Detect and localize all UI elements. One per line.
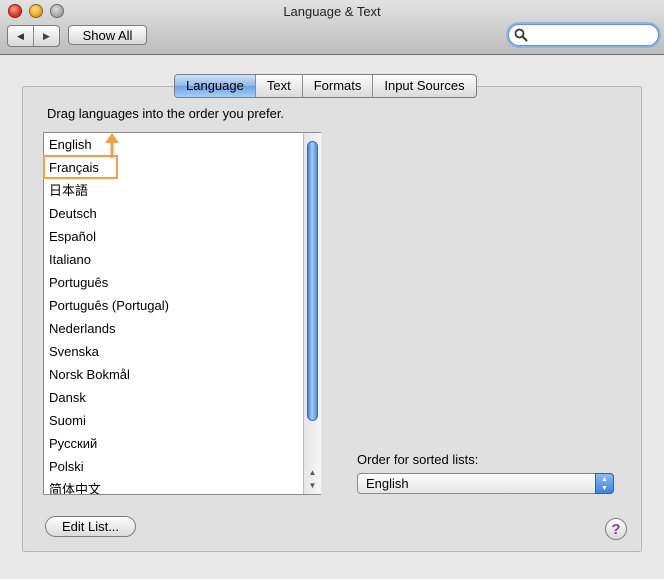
tab-formats[interactable]: Formats	[303, 75, 374, 97]
window-title: Language & Text	[283, 4, 381, 19]
sorted-lists-value: English	[366, 476, 409, 491]
sorted-lists-label: Order for sorted lists:	[357, 452, 479, 467]
scroll-up-arrow-icon[interactable]: ▲	[307, 467, 318, 479]
tab-input-sources[interactable]: Input Sources	[373, 75, 475, 97]
language-text-window: Language & Text ◀ ▶ Show All Language Te…	[0, 0, 664, 579]
list-item[interactable]: Español	[49, 225, 96, 248]
title-bar: Language & Text ◀ ▶ Show All	[0, 0, 664, 55]
list-item[interactable]: Dansk	[49, 386, 86, 409]
search-field[interactable]	[508, 24, 659, 46]
edit-list-button[interactable]: Edit List...	[45, 516, 136, 537]
back-arrow-icon: ◀	[17, 30, 24, 41]
language-list-scrollbar[interactable]: ▲ ▼	[303, 133, 321, 494]
list-item[interactable]: Français	[49, 156, 99, 179]
forward-arrow-icon: ▶	[43, 30, 50, 41]
back-forward-control: ◀ ▶	[7, 25, 60, 47]
search-input[interactable]	[531, 27, 651, 43]
list-item[interactable]: Norsk Bokmål	[49, 363, 130, 386]
forward-button[interactable]: ▶	[34, 26, 59, 46]
drag-up-arrow-icon	[105, 133, 119, 158]
list-item[interactable]: Nederlands	[49, 317, 116, 340]
list-item[interactable]: Polski	[49, 455, 84, 478]
list-item[interactable]: Suomi	[49, 409, 86, 432]
list-item[interactable]: Italiano	[49, 248, 91, 271]
help-button[interactable]: ?	[605, 518, 627, 540]
back-button[interactable]: ◀	[8, 26, 34, 46]
tab-text[interactable]: Text	[256, 75, 303, 97]
language-list[interactable]: English Français 日本語 Deutsch Español Ita…	[43, 132, 321, 495]
list-item[interactable]: Português	[49, 271, 108, 294]
list-item[interactable]: Русский	[49, 432, 97, 455]
list-item[interactable]: 日本語	[49, 179, 88, 202]
instruction-text: Drag languages into the order you prefer…	[47, 106, 285, 121]
scrollbar-thumb[interactable]	[307, 141, 318, 421]
scroll-down-arrow-icon[interactable]: ▼	[307, 480, 318, 492]
list-item[interactable]: 简体中文	[49, 478, 101, 494]
list-item[interactable]: Svenska	[49, 340, 99, 363]
tab-language[interactable]: Language	[175, 75, 256, 97]
popup-updown-icon: ▲ ▼	[595, 473, 614, 494]
list-item[interactable]: Deutsch	[49, 202, 97, 225]
tab-bar: Language Text Formats Input Sources	[174, 74, 477, 98]
show-all-button[interactable]: Show All	[68, 25, 147, 45]
list-item[interactable]: English	[49, 133, 92, 156]
sorted-lists-popup[interactable]: English ▲ ▼	[357, 473, 614, 494]
search-icon	[514, 28, 528, 42]
list-item[interactable]: Português (Portugal)	[49, 294, 169, 317]
